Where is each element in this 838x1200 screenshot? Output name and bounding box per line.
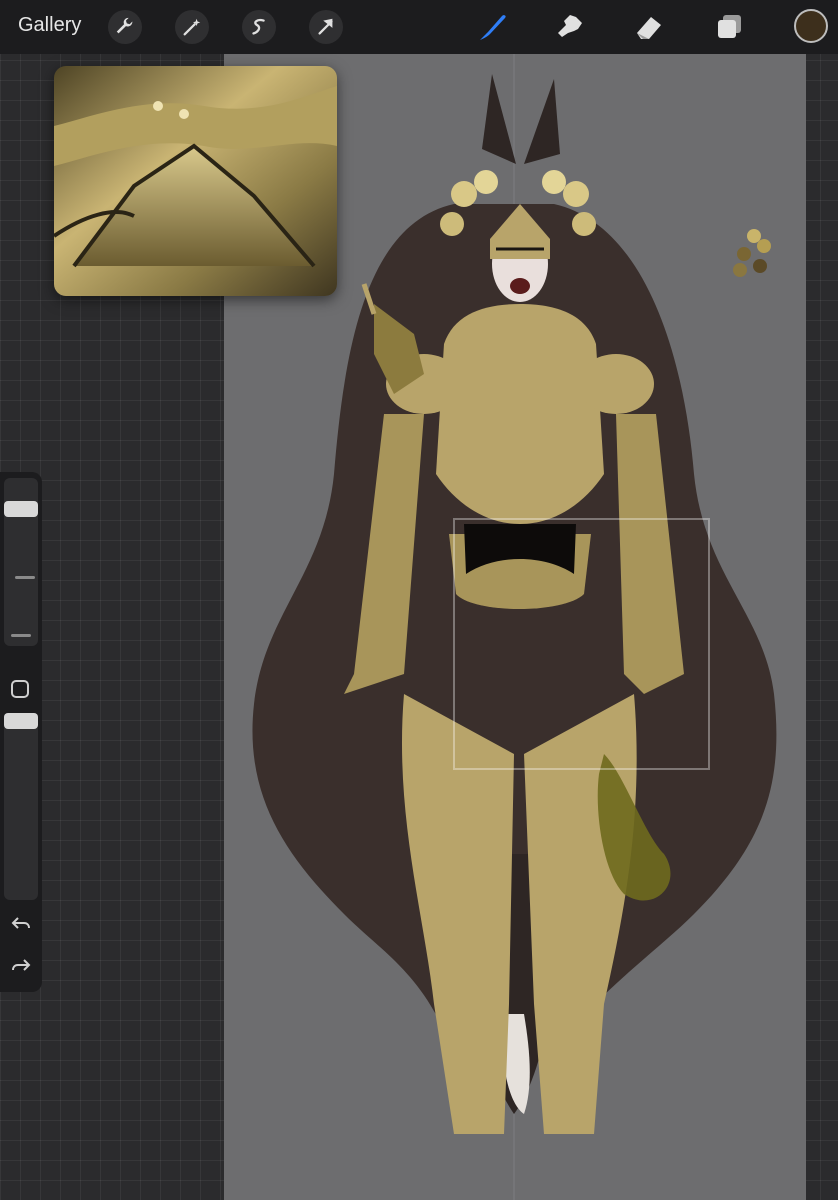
top-toolbar: Gallery <box>0 0 838 54</box>
slider-tick <box>15 576 35 579</box>
transform-arrow-icon <box>315 16 337 38</box>
reference-image <box>54 66 337 296</box>
opacity-knob[interactable] <box>4 713 38 729</box>
reference-window[interactable] <box>54 66 337 296</box>
smudge-button[interactable] <box>553 10 587 44</box>
transform-button[interactable] <box>309 10 343 44</box>
wrench-icon <box>114 16 136 38</box>
selection-icon <box>248 16 270 38</box>
brush-button[interactable] <box>476 10 510 44</box>
magic-wand-icon <box>181 16 203 38</box>
brush-sidebar <box>0 472 42 992</box>
eraser-icon <box>633 11 665 43</box>
undo-button[interactable] <box>9 912 33 936</box>
actions-button[interactable] <box>108 10 142 44</box>
selection-button[interactable] <box>242 10 276 44</box>
brush-size-knob[interactable] <box>4 500 38 517</box>
gallery-button[interactable]: Gallery <box>18 14 81 37</box>
brush-icon <box>476 10 510 44</box>
modifier-square-button[interactable] <box>11 680 29 698</box>
slider-divider <box>11 634 31 637</box>
color-swatch[interactable] <box>794 9 828 43</box>
redo-icon <box>9 959 33 982</box>
layers-icon <box>714 12 744 42</box>
redo-button[interactable] <box>9 954 33 978</box>
undo-icon <box>9 917 33 940</box>
layers-button[interactable] <box>712 10 746 44</box>
smudge-icon <box>554 11 586 43</box>
eraser-button[interactable] <box>632 10 666 44</box>
adjustments-button[interactable] <box>175 10 209 44</box>
opacity-slider[interactable] <box>4 720 38 900</box>
